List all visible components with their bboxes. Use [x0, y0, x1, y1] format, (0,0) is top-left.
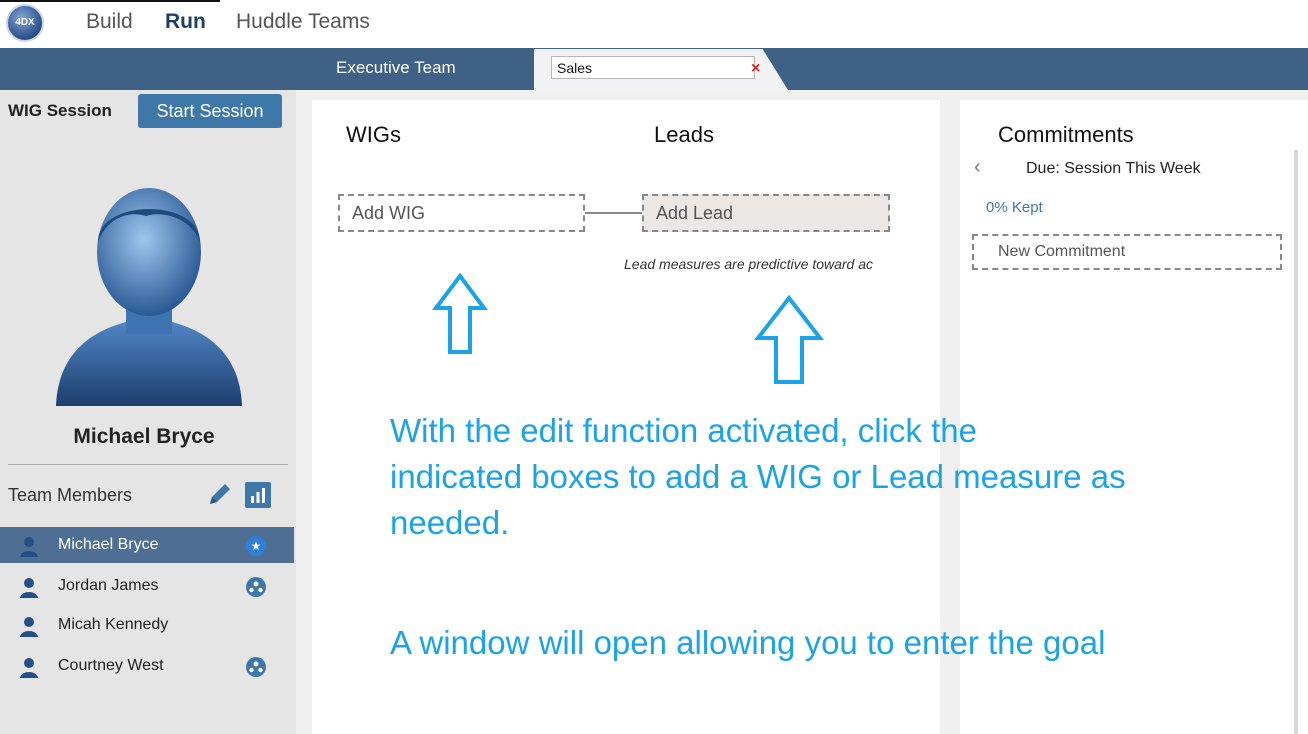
team-icon	[246, 577, 266, 597]
star-icon: ★	[246, 536, 266, 556]
member-name: Courtney West	[58, 657, 164, 674]
person-icon	[20, 537, 38, 557]
person-icon	[20, 617, 38, 637]
close-icon[interactable]: ×	[751, 60, 760, 78]
pencil-icon[interactable]	[206, 480, 234, 508]
tab-name-input[interactable]	[551, 56, 755, 79]
kept-percentage: 0% Kept	[986, 199, 1043, 216]
arrow-up-icon	[432, 272, 488, 354]
team-members-label: Team Members	[8, 485, 133, 505]
lead-hint-text: Lead measures are predictive toward ac	[624, 256, 874, 272]
annotation-instructions: With the edit function activated, click …	[390, 412, 1126, 541]
wig-lead-connector	[585, 212, 642, 214]
nav-underline	[0, 0, 220, 2]
start-session-button[interactable]: Start Session	[138, 94, 282, 128]
chevron-left-icon[interactable]: ‹	[974, 156, 981, 179]
nav-huddle-teams[interactable]: Huddle Teams	[236, 10, 370, 34]
due-label: Due: Session This Week	[1026, 160, 1201, 177]
user-avatar-icon	[56, 188, 242, 406]
chart-icon[interactable]	[245, 482, 271, 508]
tab-executive-label: Executive Team	[336, 58, 456, 77]
app-logo[interactable]: 4DX	[6, 4, 44, 42]
logo-text: 4DX	[15, 17, 35, 28]
team-icon	[246, 657, 266, 677]
member-name: Micah Kennedy	[58, 616, 169, 633]
wig-session-label: WIG Session	[8, 101, 112, 120]
commitments-heading: Commitments	[998, 122, 1134, 147]
member-michael-bryce[interactable]: Michael Bryce ★	[0, 527, 294, 563]
arrow-up-icon	[754, 294, 824, 384]
wigs-heading: WIGs	[346, 122, 401, 147]
member-micah-kennedy[interactable]: Micah Kennedy	[0, 607, 294, 643]
nav-run[interactable]: Run	[165, 10, 206, 34]
top-nav: 4DX Build Run Huddle Teams	[0, 0, 1308, 44]
new-commitment-button[interactable]: New Commitment	[972, 234, 1282, 270]
annotation-window-note: A window will open allowing you to enter…	[390, 624, 1106, 661]
user-name: Michael Bryce	[73, 425, 215, 448]
add-lead-button[interactable]: Add Lead	[642, 194, 890, 232]
member-name: Michael Bryce	[58, 536, 159, 553]
member-name: Jordan James	[58, 577, 159, 594]
tab-executive-team[interactable]: Executive Team	[296, 48, 532, 90]
leads-heading: Leads	[654, 122, 714, 147]
member-jordan-james[interactable]: Jordan James	[0, 568, 294, 604]
add-wig-button[interactable]: Add WIG	[338, 194, 585, 232]
person-icon	[20, 578, 38, 598]
member-courtney-west[interactable]: Courtney West	[0, 648, 294, 684]
sidebar-divider	[8, 464, 288, 465]
person-icon	[20, 658, 38, 678]
nav-build[interactable]: Build	[86, 10, 133, 34]
